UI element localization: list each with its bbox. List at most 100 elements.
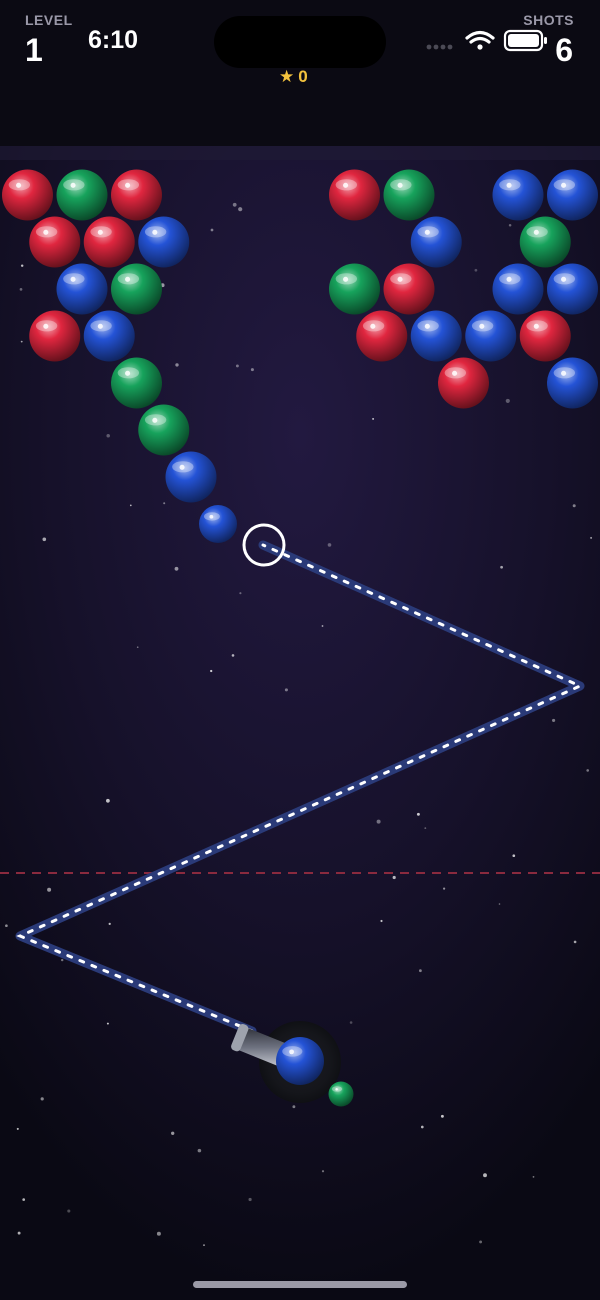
star-particle <box>248 1197 252 1202</box>
star-particle <box>440 1114 444 1118</box>
star-particle <box>136 646 139 649</box>
star-particle <box>5 924 8 928</box>
level-value: 1 <box>25 32 43 68</box>
star-particle <box>22 1198 26 1201</box>
star-particle <box>321 625 324 627</box>
star-particle <box>376 819 381 824</box>
star-particle <box>250 368 254 372</box>
bubble-red <box>29 310 81 362</box>
dynamic-island <box>214 16 386 68</box>
bubble-red <box>111 169 162 221</box>
bubble-blue <box>492 263 544 315</box>
bubble-red <box>29 216 81 268</box>
bubble-red <box>383 263 435 315</box>
star-particle <box>129 504 132 507</box>
star-particle <box>231 654 235 657</box>
star-particle <box>61 958 64 962</box>
star-particle <box>235 364 239 368</box>
level-label: LEVEL <box>25 12 73 28</box>
bubble-blue <box>410 310 462 362</box>
star-particle <box>106 798 110 803</box>
star-particle <box>586 769 590 772</box>
star-particle <box>498 903 501 905</box>
bubble-blue <box>276 1037 324 1085</box>
star-particle <box>156 1231 161 1236</box>
bubble-blue <box>547 263 598 315</box>
bubble-green <box>56 169 108 221</box>
star-particle <box>42 537 47 542</box>
bubble-green <box>519 216 571 268</box>
bubble-red <box>519 310 571 362</box>
star-particle <box>505 398 510 403</box>
star-particle <box>327 543 332 547</box>
star-particle <box>392 875 396 880</box>
star-particle <box>171 1131 175 1135</box>
star-particle <box>416 812 420 816</box>
star-particle <box>483 1173 487 1178</box>
status-clock: 6:10 <box>88 26 139 54</box>
bubble-green <box>111 357 162 409</box>
star-particle <box>349 1021 353 1024</box>
star-particle <box>424 827 427 830</box>
bubble-red <box>329 169 380 221</box>
star-particle <box>239 592 242 595</box>
moving-bubble <box>199 505 237 543</box>
star-particle <box>47 887 52 892</box>
game-board[interactable] <box>0 0 600 1300</box>
star-particle <box>232 202 237 207</box>
bubble-blue <box>165 451 217 503</box>
bubble-red <box>83 216 135 268</box>
star-particle <box>292 1105 296 1109</box>
star-particle <box>572 504 576 508</box>
star-particle <box>108 922 111 926</box>
star-particle <box>479 1240 483 1244</box>
next-bubble[interactable] <box>328 1081 354 1107</box>
star-particle <box>238 207 243 212</box>
star-particle <box>106 433 110 438</box>
score-value: 0 <box>298 67 308 86</box>
bubble-blue <box>83 310 135 362</box>
star-particle <box>20 340 23 343</box>
star-particle <box>106 1022 109 1025</box>
star-particle <box>443 887 446 890</box>
bubble-green <box>138 404 190 456</box>
bubble-green <box>328 1081 354 1107</box>
star-particle <box>552 718 556 722</box>
loaded-bubble <box>276 1037 324 1085</box>
home-indicator[interactable] <box>193 1281 407 1288</box>
bubble-blue <box>547 357 598 409</box>
shots-label: SHOTS <box>523 12 574 28</box>
shots-value: 6 <box>555 32 573 68</box>
star-particle <box>163 502 166 505</box>
star-icon: ★ <box>279 67 295 86</box>
score-display: ★ 0 <box>279 67 308 87</box>
star-particle <box>321 1170 325 1173</box>
star-particle <box>197 1148 202 1153</box>
star-particle <box>174 566 179 571</box>
star-particle <box>210 228 214 232</box>
star-particle <box>420 1125 424 1129</box>
bubble-red <box>356 310 408 362</box>
star-particle <box>175 363 179 367</box>
bubble-blue <box>138 216 190 268</box>
bubble-blue <box>465 310 517 362</box>
bubble-blue <box>547 169 598 221</box>
bubble-green <box>383 169 435 221</box>
bubble-red <box>438 357 489 409</box>
bubble-blue <box>199 505 237 543</box>
star-particle <box>210 669 213 673</box>
star-particle <box>16 1127 19 1130</box>
bubble-red <box>2 169 53 221</box>
playfield-ceiling <box>0 146 600 160</box>
star-particle <box>419 969 422 973</box>
star-particle <box>508 224 512 227</box>
playfield <box>0 146 600 1300</box>
star-particle <box>17 1231 21 1235</box>
star-particle <box>500 565 503 569</box>
star-particle <box>590 536 593 539</box>
star-particle <box>20 264 24 267</box>
star-particle <box>573 940 577 944</box>
star-particle <box>372 417 375 420</box>
bubble-blue <box>492 169 544 221</box>
star-particle <box>380 919 383 923</box>
